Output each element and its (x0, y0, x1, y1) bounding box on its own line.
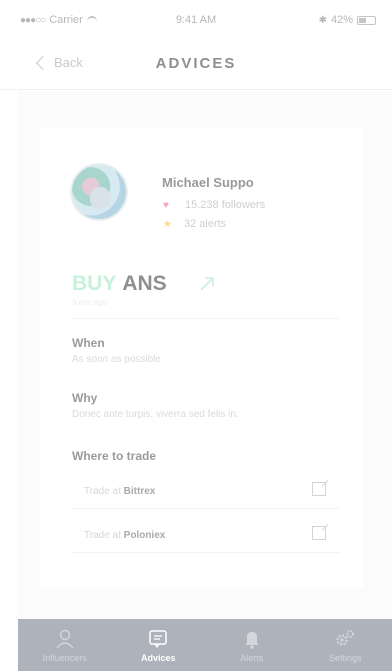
divider (72, 508, 340, 509)
trade-ticker: ANS (122, 272, 167, 295)
gears-icon (335, 629, 355, 649)
avatar-face (90, 187, 110, 209)
why-text: Donec ante turpis, viverra sed felis in. (72, 409, 239, 420)
person-icon (56, 629, 74, 649)
tab-alerts[interactable]: Alerts (205, 619, 299, 671)
tab-label: Advices (140, 653, 176, 663)
tab-label: Influencers (42, 653, 87, 663)
tab-label: Alerts (240, 653, 264, 663)
exchange-prefix: Trade at (84, 486, 121, 497)
bluetooth-icon: ✱ (318, 14, 327, 26)
heart-icon: ♥ (163, 199, 169, 211)
exchange-row-bittrex[interactable]: Trade at Bittrex (72, 472, 340, 516)
divider (72, 318, 340, 319)
influencer-name[interactable]: Michael Suppo (162, 175, 254, 190)
tab-influencers[interactable]: Influencers (18, 619, 112, 671)
tab-advices[interactable]: Advices (112, 619, 206, 671)
trend-up-icon (200, 277, 214, 291)
external-link-icon[interactable] (312, 526, 326, 540)
followers-count: 15.238 followers (185, 199, 266, 211)
time-ago: 3 min ago (72, 298, 108, 307)
bell-icon (243, 629, 261, 649)
exchange-name: Bittrex (123, 486, 156, 497)
battery-info: ✱ 42% (319, 14, 376, 26)
navigation-bar: Back ADVICES (0, 40, 392, 90)
star-icon: ★ (163, 218, 172, 230)
followers-stat: ♥ 15.238 followers (163, 199, 265, 211)
exchange-name: Poloniex (123, 530, 166, 541)
tab-label: Settings (328, 653, 362, 663)
trade-action: BUY (72, 272, 117, 295)
status-bar: ●●●○○ Carrier 9:41 AM ✱ 42% (0, 0, 392, 40)
trade-signal: BUY ANS (72, 272, 167, 296)
tab-settings[interactable]: Settings (299, 619, 392, 671)
chat-icon (148, 629, 168, 649)
exchange-row-poloniex[interactable]: Trade at Poloniex (72, 516, 340, 560)
why-label: Why (72, 391, 98, 405)
exchange-prefix: Trade at (84, 530, 121, 541)
external-link-icon[interactable] (312, 482, 326, 496)
battery-percent: 42% (330, 14, 353, 26)
divider (72, 552, 340, 553)
exchange-label: Trade at Bittrex (84, 486, 155, 497)
tab-bar: Influencers Advices Alerts Settings (18, 619, 392, 671)
battery-icon (357, 15, 376, 25)
when-label: When (72, 336, 105, 350)
when-text: As soon as possible (72, 354, 161, 365)
exchange-label: Trade at Poloniex (84, 530, 165, 541)
page-title: ADVICES (155, 55, 237, 72)
where-to-trade-label: Where to trade (72, 449, 157, 463)
alerts-count: 32 alerts (183, 218, 227, 230)
avatar[interactable] (70, 163, 128, 221)
alerts-stat: ★ 32 alerts (163, 218, 226, 230)
